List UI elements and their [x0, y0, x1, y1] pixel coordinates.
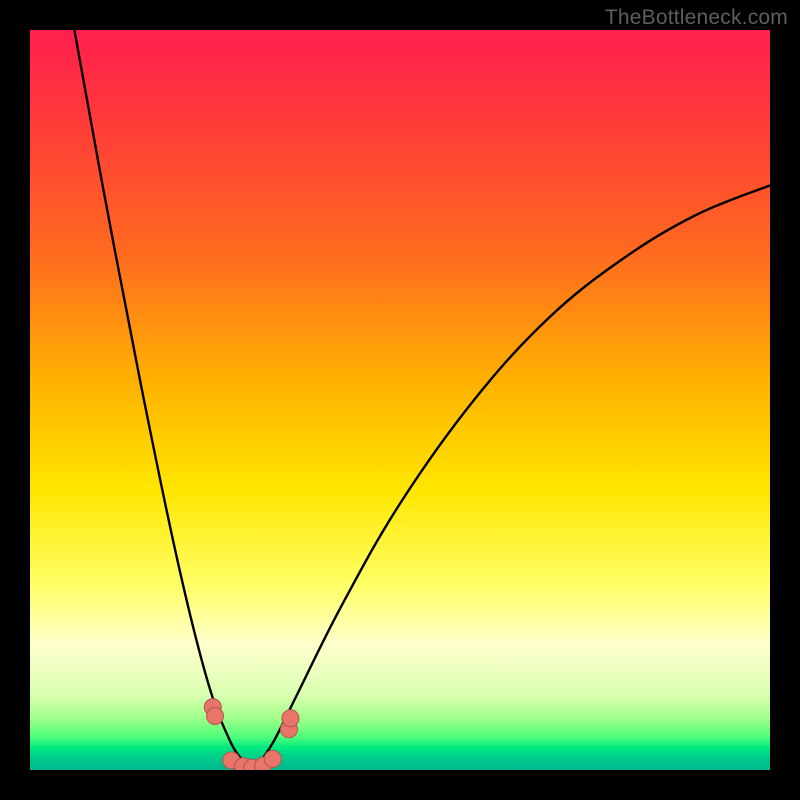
data-marker — [207, 707, 224, 724]
data-marker — [282, 710, 299, 727]
data-marker — [264, 750, 281, 767]
gradient-background — [30, 30, 770, 770]
chart-frame — [30, 30, 770, 770]
watermark-text: TheBottleneck.com — [605, 6, 788, 30]
bottleneck-chart — [30, 30, 770, 770]
